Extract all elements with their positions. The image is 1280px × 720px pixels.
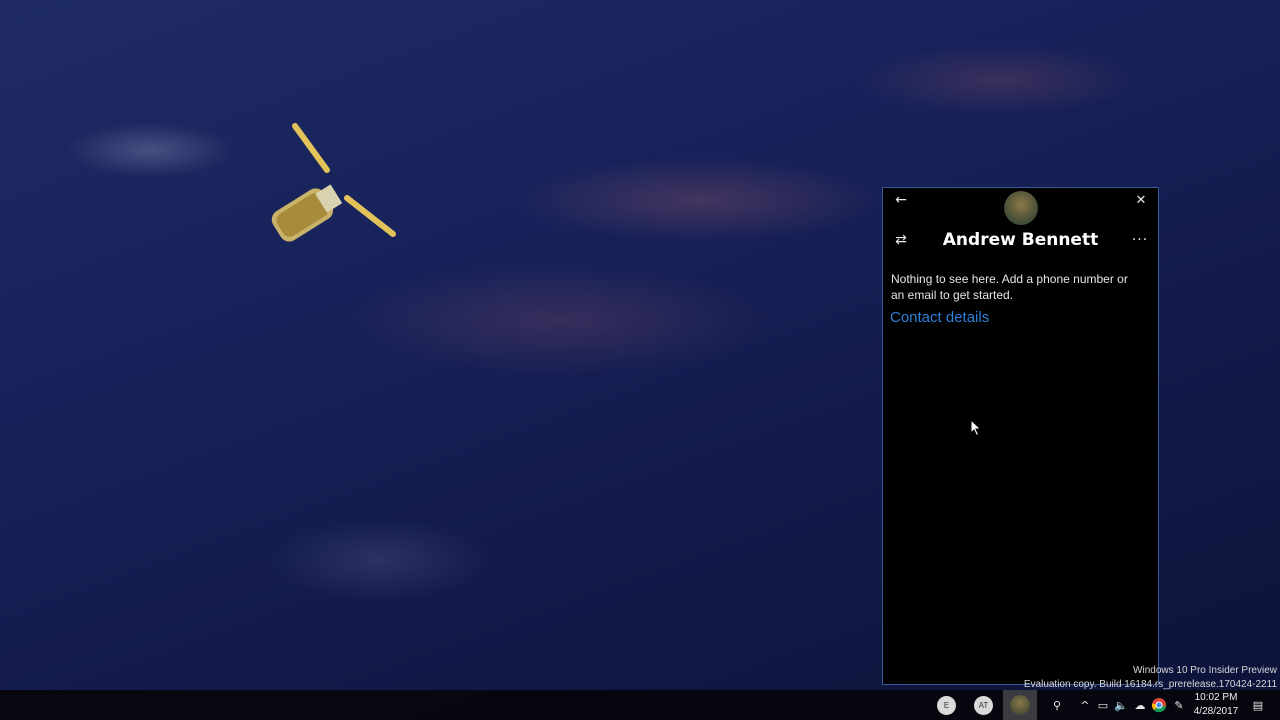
contact-name: Andrew Bennett xyxy=(942,230,1099,250)
clock-date: 4/28/2017 xyxy=(1193,706,1239,717)
chrome-icon[interactable] xyxy=(1151,697,1167,713)
taskbar: E AT ⚲ ^ ▭ 🔈 ☁ ✎ 10:02 PM 4/28/2017 ▤ xyxy=(0,690,1280,720)
back-arrow-icon[interactable]: ← xyxy=(889,188,913,212)
pen-workspace-icon[interactable]: ✎ xyxy=(1171,697,1187,713)
people-icon[interactable]: ⚲ xyxy=(1049,697,1065,713)
close-icon[interactable]: ✕ xyxy=(1129,188,1153,212)
clock-time: 10:02 PM xyxy=(1194,692,1238,703)
contact-avatar xyxy=(1004,191,1038,225)
mouse-cursor-icon xyxy=(970,419,982,437)
taskbar-contact-at[interactable]: AT xyxy=(974,696,993,715)
contact-details-link[interactable]: Contact details xyxy=(890,309,989,326)
taskbar-clock[interactable]: 10:02 PM 4/28/2017 xyxy=(1190,691,1242,719)
windows-build-watermark: Windows 10 Pro Insider Preview Evaluatio… xyxy=(1024,664,1277,692)
empty-state-message: Nothing to see here. Add a phone number … xyxy=(891,272,1128,302)
chevron-up-icon[interactable]: ^ xyxy=(1077,697,1093,713)
network-icon[interactable]: ▭ xyxy=(1095,697,1111,713)
more-options-icon[interactable]: ··· xyxy=(1128,228,1152,252)
satellite-image xyxy=(271,123,396,242)
taskbar-contact-e[interactable]: E xyxy=(937,696,956,715)
taskbar-contact-andrew-bennett[interactable] xyxy=(1003,690,1037,720)
onedrive-icon[interactable]: ☁ xyxy=(1132,697,1148,713)
people-contact-card: ← ✕ ⇄ Andrew Bennett ··· Nothing to see … xyxy=(882,187,1159,685)
taskbar-contact-avatar xyxy=(1010,695,1030,715)
volume-icon[interactable]: 🔈 xyxy=(1113,697,1129,713)
watermark-edition: Windows 10 Pro Insider Preview xyxy=(1133,665,1277,676)
action-center-icon[interactable]: ▤ xyxy=(1250,697,1266,713)
